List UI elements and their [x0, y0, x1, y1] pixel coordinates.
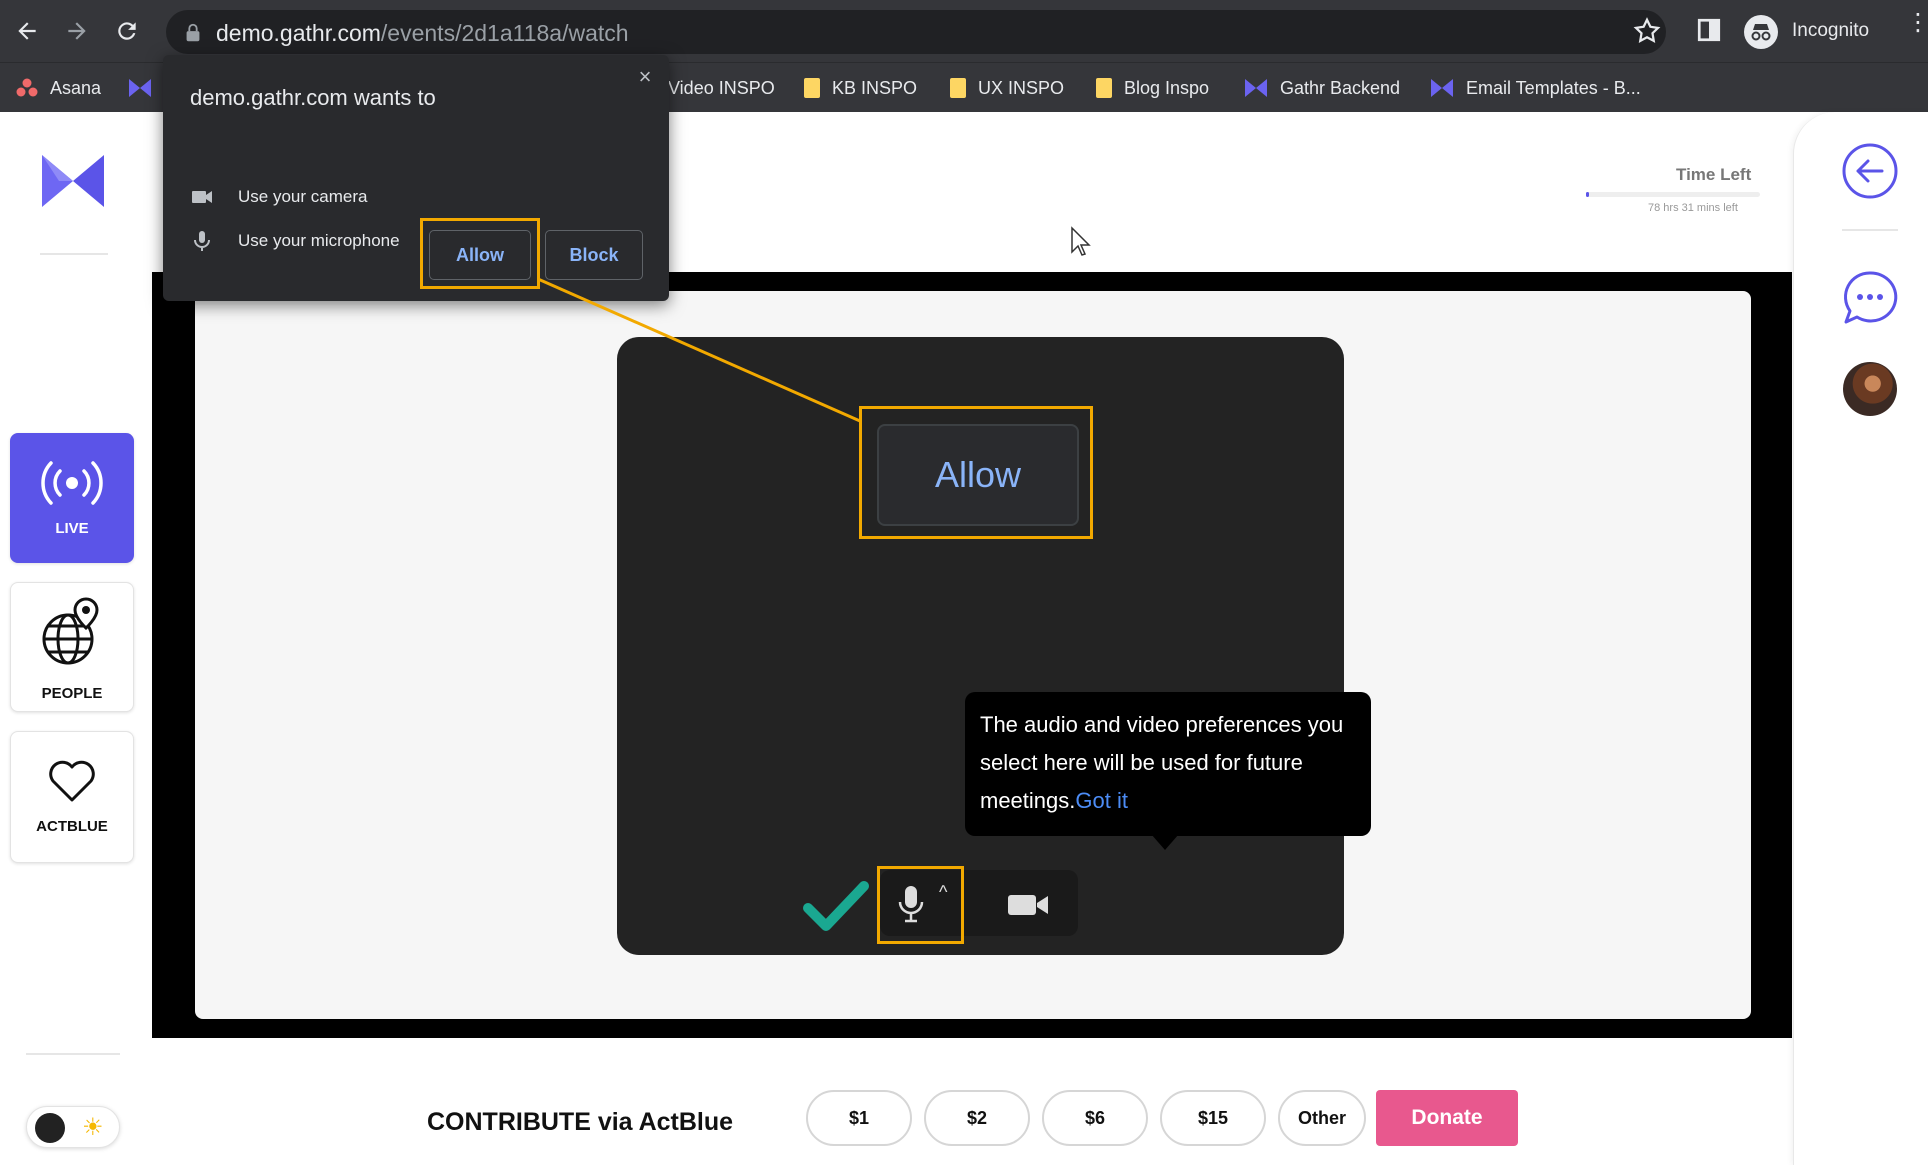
amount-1-button[interactable]: $1: [806, 1090, 912, 1146]
mouse-cursor-icon: [1071, 226, 1091, 256]
camera-toggle-icon[interactable]: [1007, 892, 1049, 918]
got-it-link[interactable]: Got it: [1075, 788, 1128, 813]
folder-icon: [804, 78, 820, 98]
browser-menu-icon[interactable]: ⋮: [1906, 11, 1928, 46]
bookmark-asana[interactable]: Asana: [16, 71, 101, 105]
bookmark-video-inspo[interactable]: Video INSPO: [668, 71, 775, 105]
back-arrow-icon[interactable]: [10, 14, 44, 48]
bookmark-star-icon[interactable]: [1632, 16, 1662, 46]
amount-2-button[interactable]: $2: [924, 1090, 1030, 1146]
bookmark-label: Gathr Backend: [1280, 77, 1401, 98]
permission-mic-row: Use your microphone: [190, 227, 400, 255]
rail-item-live[interactable]: LIVE: [10, 433, 134, 563]
folder-icon: [1096, 78, 1112, 98]
preferences-tooltip: The audio and video preferences you sele…: [965, 692, 1371, 836]
bookmark-label: Blog Inspo: [1124, 77, 1210, 98]
contribute-label: CONTRIBUTE via ActBlue: [427, 1108, 734, 1136]
microphone-toggle-icon[interactable]: [897, 884, 925, 924]
time-left-remaining: 78 hrs 31 mins left: [1648, 202, 1738, 214]
bookmark-ux-inspo[interactable]: UX INSPO: [950, 71, 1064, 105]
microphone-icon: [194, 231, 210, 251]
time-left-label: Time Left: [1676, 165, 1752, 184]
browser-toolbar: demo.gathr.com/events/2d1a118a/watch Inc…: [0, 0, 1928, 62]
amount-other-button[interactable]: Other: [1278, 1090, 1366, 1146]
forward-arrow-icon[interactable]: [60, 14, 94, 48]
block-button[interactable]: Block: [545, 230, 643, 280]
gathr-logo[interactable]: [40, 153, 106, 209]
mic-options-caret[interactable]: ^: [939, 882, 947, 903]
permission-camera-row: Use your camera: [190, 183, 367, 211]
user-avatar[interactable]: [1843, 362, 1897, 416]
folder-icon: [950, 78, 966, 98]
permission-mic-label: Use your microphone: [238, 231, 400, 250]
bookmark-label: Asana: [50, 77, 102, 98]
bookmark-label: UX INSPO: [978, 77, 1065, 98]
url-text[interactable]: demo.gathr.com/events/2d1a118a/watch: [216, 20, 629, 47]
gathr-logo-icon: [129, 79, 151, 97]
url-path: /events/2d1a118a/watch: [380, 20, 629, 46]
checkmark-icon: [803, 881, 869, 931]
close-icon[interactable]: ×: [633, 65, 657, 89]
heart-icon: [49, 760, 95, 802]
chat-bubble-icon[interactable]: [1842, 270, 1898, 326]
amount-15-button[interactable]: $15: [1160, 1090, 1266, 1146]
rail-item-people[interactable]: PEOPLE: [10, 582, 134, 712]
gathr-logo-icon: [1245, 79, 1267, 97]
time-left-progress: [1586, 192, 1760, 197]
reload-icon[interactable]: [110, 14, 144, 48]
url-host: demo.gathr.com: [216, 20, 381, 46]
gathr-logo-icon: [1431, 79, 1453, 97]
globe-pin-icon: [42, 597, 99, 665]
bookmark-email-templates[interactable]: Email Templates - B...: [1430, 71, 1641, 105]
asana-icon: [16, 78, 38, 97]
rail-item-label: PEOPLE: [41, 685, 103, 702]
rail-item-label: LIVE: [55, 520, 89, 537]
rail-divider: [26, 1053, 120, 1055]
permission-popup: demo.gathr.com wants to × Use your camer…: [163, 55, 669, 301]
toggle-knob: [35, 1113, 65, 1143]
incognito-icon: [1744, 15, 1778, 49]
rail-item-label: ACTBLUE: [36, 818, 108, 835]
donate-button[interactable]: Donate: [1376, 1090, 1518, 1146]
live-broadcast-icon: [41, 461, 103, 505]
bookmark-label: KB INSPO: [832, 77, 918, 98]
lock-icon[interactable]: [182, 22, 204, 44]
amount-6-button[interactable]: $6: [1042, 1090, 1148, 1146]
right-rail-divider: [1842, 229, 1898, 231]
allow-button[interactable]: Allow: [429, 230, 531, 280]
back-arrow-icon[interactable]: [1842, 143, 1898, 199]
permission-camera-label: Use your camera: [238, 187, 368, 206]
bookmark-gathr[interactable]: [128, 71, 152, 105]
bookmark-label: Email Templates - B...: [1466, 77, 1641, 98]
bookmark-gathr-backend[interactable]: Gathr Backend: [1244, 71, 1400, 105]
tooltip-arrow: [1151, 834, 1179, 850]
incognito-badge[interactable]: Incognito: [1744, 12, 1894, 50]
bookmark-label: Video INSPO: [668, 77, 775, 98]
theme-toggle[interactable]: ☀: [26, 1106, 120, 1148]
address-bar[interactable]: demo.gathr.com/events/2d1a118a/watch: [166, 10, 1666, 54]
rail-divider: [40, 253, 108, 255]
rail-item-actblue[interactable]: ACTBLUE: [10, 731, 134, 863]
tooltip-text: The audio and video preferences you sele…: [980, 712, 1344, 813]
permission-title: demo.gathr.com wants to: [190, 85, 436, 110]
incognito-label: Incognito: [1792, 20, 1870, 41]
sun-icon: ☀: [82, 1114, 104, 1141]
bookmark-kb-inspo[interactable]: KB INSPO: [804, 71, 917, 105]
bookmark-blog-inspo[interactable]: Blog Inspo: [1096, 71, 1209, 105]
side-panel-icon[interactable]: [1696, 17, 1722, 43]
allow-button-zoomed: Allow: [877, 424, 1079, 526]
camera-icon: [192, 191, 212, 203]
time-left-fill: [1586, 192, 1590, 197]
